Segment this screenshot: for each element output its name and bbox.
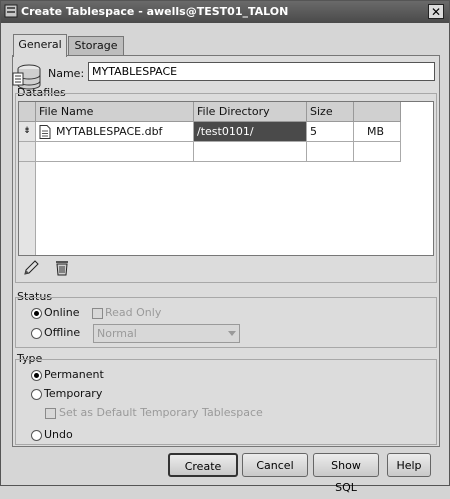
close-icon: ✕ bbox=[430, 5, 442, 19]
default-temporary-checkbox[interactable] bbox=[45, 408, 56, 419]
size-cell[interactable]: 5 bbox=[307, 122, 354, 142]
undo-label: Undo bbox=[44, 428, 73, 441]
offline-radio[interactable] bbox=[31, 328, 42, 339]
app-icon bbox=[4, 4, 18, 18]
online-label: Online bbox=[44, 306, 80, 319]
permanent-radio[interactable] bbox=[31, 370, 42, 381]
datafiles-table: File Name File Directory Size ⇟ MYTABLES… bbox=[18, 101, 434, 256]
column-header-file-name[interactable]: File Name bbox=[36, 102, 194, 122]
read-only-checkbox[interactable] bbox=[92, 308, 103, 319]
trash-icon[interactable] bbox=[53, 259, 71, 277]
chevron-down-icon bbox=[228, 331, 236, 336]
default-temporary-label: Set as Default Temporary Tablespace bbox=[59, 406, 263, 419]
file-icon bbox=[39, 125, 51, 139]
tab-general[interactable]: General bbox=[13, 34, 67, 57]
row-marker[interactable]: ⇟ bbox=[19, 122, 36, 142]
empty-row-cell[interactable] bbox=[354, 142, 401, 162]
help-button[interactable]: Help bbox=[387, 453, 431, 477]
pencil-icon[interactable] bbox=[22, 259, 40, 277]
column-header-size[interactable]: Size bbox=[307, 102, 354, 122]
file-name-value: MYTABLESPACE.dbf bbox=[56, 125, 163, 138]
file-directory-cell[interactable]: /test0101/ bbox=[194, 122, 307, 142]
offline-mode-select[interactable]: Normal bbox=[93, 324, 240, 343]
tab-storage[interactable]: Storage bbox=[68, 36, 124, 56]
empty-row-cell[interactable] bbox=[194, 142, 307, 162]
row-header-column bbox=[19, 162, 36, 255]
temporary-label: Temporary bbox=[44, 387, 103, 400]
temporary-radio[interactable] bbox=[31, 389, 42, 400]
close-button[interactable]: ✕ bbox=[428, 4, 444, 19]
cancel-button[interactable]: Cancel bbox=[242, 453, 308, 477]
column-header-unit[interactable] bbox=[354, 102, 401, 122]
tab-general-label: General bbox=[18, 38, 62, 51]
undo-radio[interactable] bbox=[31, 430, 42, 441]
create-tablespace-dialog: Create Tablespace - awells@TEST01_TALON … bbox=[0, 0, 450, 494]
empty-row-cell[interactable] bbox=[307, 142, 354, 162]
empty-row-marker[interactable] bbox=[19, 142, 36, 162]
tab-storage-label: Storage bbox=[74, 39, 118, 52]
table-row-file-name-cell[interactable]: MYTABLESPACE.dbf bbox=[36, 122, 194, 142]
title-bar[interactable]: Create Tablespace - awells@TEST01_TALON … bbox=[1, 1, 449, 23]
row-header-corner bbox=[19, 102, 36, 122]
column-header-file-directory[interactable]: File Directory bbox=[194, 102, 307, 122]
name-input[interactable] bbox=[88, 62, 435, 81]
create-button[interactable]: Create bbox=[168, 453, 238, 477]
empty-row-cell[interactable] bbox=[36, 142, 194, 162]
permanent-label: Permanent bbox=[44, 368, 104, 381]
offline-label: Offline bbox=[44, 326, 81, 339]
offline-mode-value: Normal bbox=[97, 327, 137, 340]
show-sql-button[interactable]: Show SQL bbox=[313, 453, 379, 494]
online-radio[interactable] bbox=[31, 308, 42, 319]
window-title: Create Tablespace - awells@TEST01_TALON bbox=[21, 5, 289, 18]
name-label: Name: bbox=[48, 67, 85, 80]
read-only-label: Read Only bbox=[105, 306, 162, 319]
unit-cell[interactable]: MB bbox=[354, 122, 401, 142]
